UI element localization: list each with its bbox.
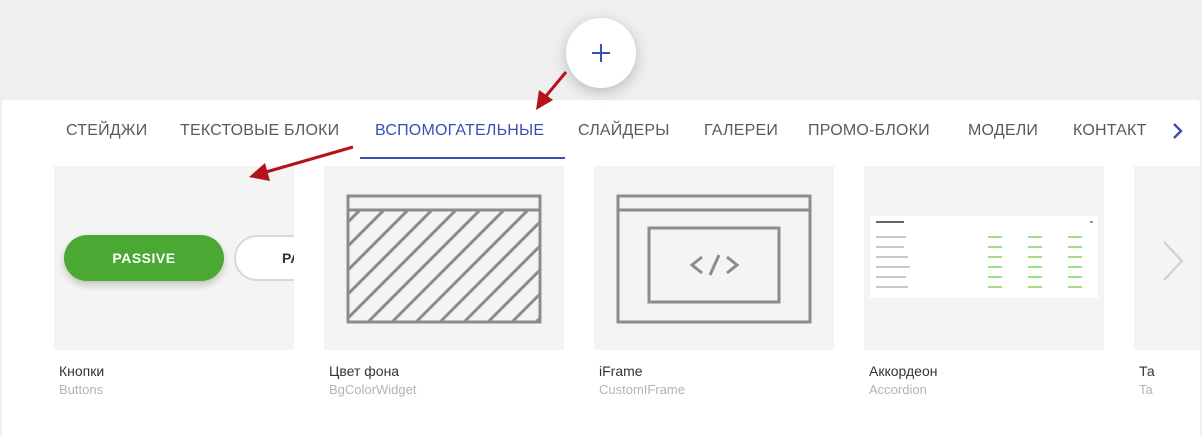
category-tabs: СТЕЙДЖИ ТЕКСТОВЫЕ БЛОКИ ВСПОМОГАТЕЛЬНЫЕ … — [2, 100, 1200, 160]
widget-card-subtitle: Buttons — [59, 382, 104, 397]
widget-card-bgcolor[interactable] — [324, 166, 564, 350]
widget-card-subtitle: BgColorWidget — [329, 382, 417, 397]
widget-card-subtitle: Accordion — [869, 382, 927, 397]
bgcolor-preview-icon — [346, 194, 542, 324]
tab-contacts[interactable]: КОНТАКТ — [1073, 122, 1147, 140]
widget-card-title: Цвет фона — [329, 363, 400, 379]
slider-next-button[interactable] — [1158, 236, 1186, 286]
accordion-preview — [870, 216, 1098, 298]
add-block-button[interactable] — [566, 18, 636, 88]
preview-passive-outline-button: PA — [234, 235, 294, 281]
preview-passive-button: PASSIVE — [64, 235, 224, 281]
chevron-right-icon — [1163, 241, 1184, 281]
widget-card-iframe[interactable] — [594, 166, 834, 350]
widget-card-buttons[interactable]: PASSIVE PA — [54, 166, 294, 350]
tab-promo-blocks[interactable]: ПРОМО-БЛОКИ — [808, 122, 930, 140]
tab-text-blocks[interactable]: ТЕКСТОВЫЕ БЛОКИ — [180, 122, 339, 140]
chevron-right-icon — [1173, 123, 1183, 139]
tab-staging[interactable]: СТЕЙДЖИ — [66, 122, 147, 140]
accordion-preview-lines — [876, 221, 1093, 288]
widget-card-subtitle: CustomIFrame — [599, 382, 685, 397]
widget-card-subtitle: Ta — [1139, 382, 1153, 397]
active-tab-indicator — [360, 157, 565, 159]
plus-icon — [592, 44, 610, 62]
widget-card-title: Аккордеон — [869, 363, 938, 379]
tab-galleries[interactable]: ГАЛЕРЕИ — [704, 122, 778, 140]
tab-sliders[interactable]: СЛАЙДЕРЫ — [578, 122, 670, 140]
tab-models[interactable]: МОДЕЛИ — [968, 122, 1038, 140]
widget-card-title: Кнопки — [59, 363, 105, 379]
widget-card-title: iFrame — [599, 363, 643, 379]
widget-card-title: Та — [1139, 363, 1155, 379]
block-library-panel: СТЕЙДЖИ ТЕКСТОВЫЕ БЛОКИ ВСПОМОГАТЕЛЬНЫЕ … — [2, 100, 1200, 436]
tabs-scroll-right-button[interactable] — [1168, 120, 1188, 142]
widget-card-accordion[interactable] — [864, 166, 1104, 350]
annotation-arrow — [544, 71, 568, 97]
tab-auxiliary[interactable]: ВСПОМОГАТЕЛЬНЫЕ — [375, 122, 544, 140]
iframe-preview-icon — [616, 194, 812, 324]
